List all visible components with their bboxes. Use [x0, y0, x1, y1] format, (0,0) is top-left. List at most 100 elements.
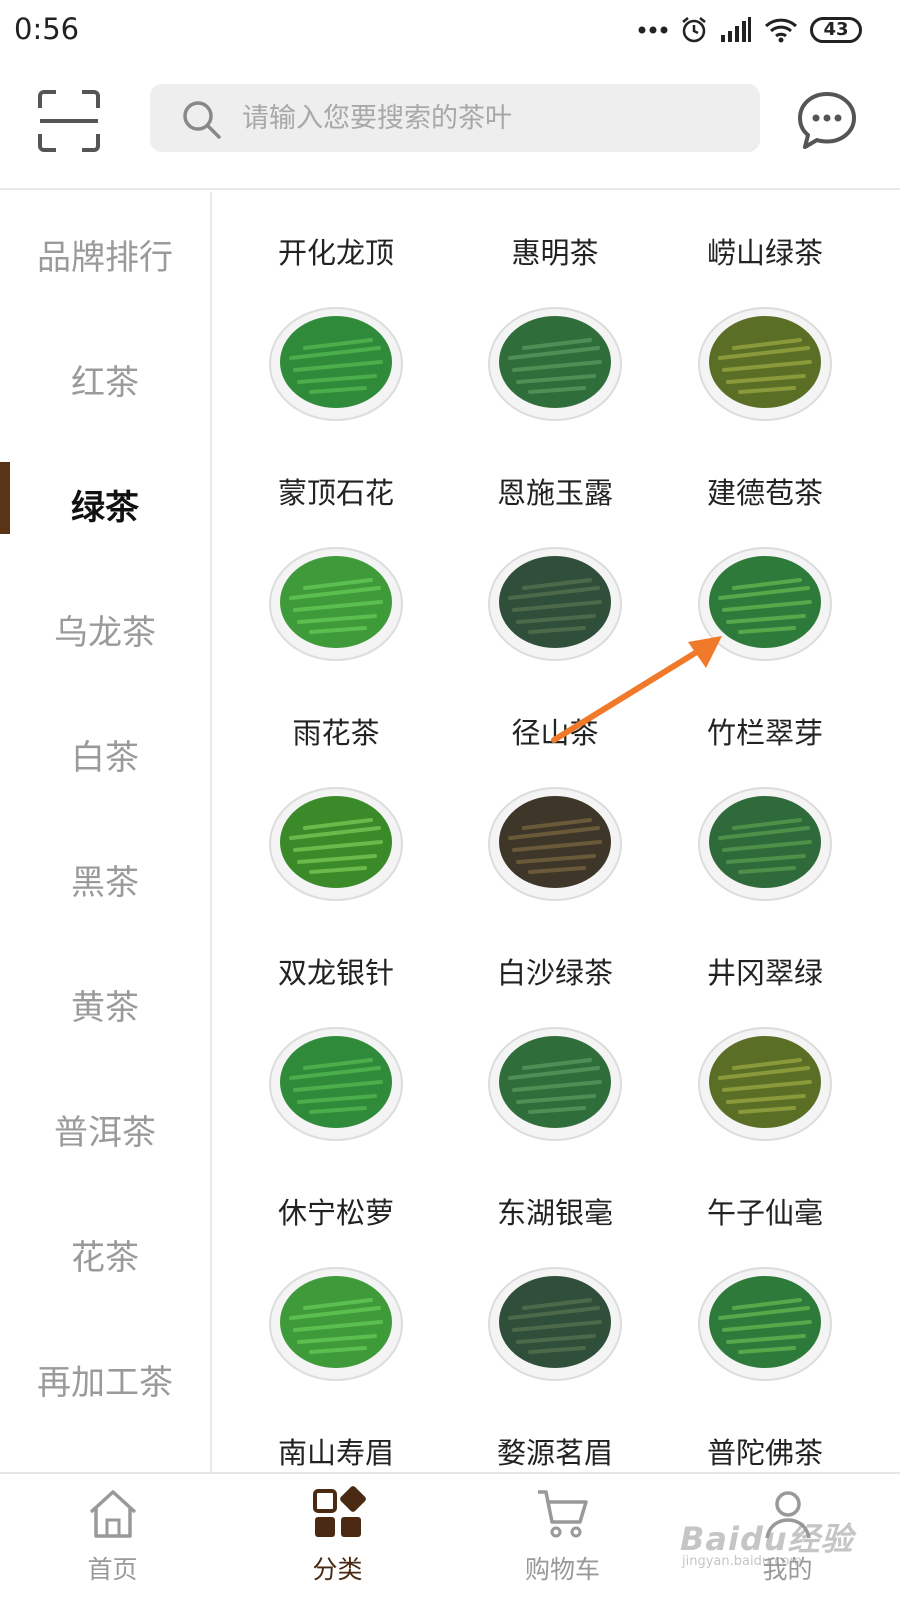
message-icon [798, 92, 856, 149]
tea-item[interactable]: 开化龙顶 [222, 192, 450, 432]
home-icon [89, 1490, 136, 1538]
sidebar-item-dark-tea[interactable]: 黑茶 [0, 817, 210, 942]
tea-grid: 开化龙顶 惠明茶 崂山绿茶蒙顶石花 恩施玉露 建德苞茶雨花茶 径山茶 竹栏翠芽双龙银针 白沙绿… [222, 192, 900, 1477]
tea-leaf-image [488, 307, 622, 421]
tea-leaf-image [488, 787, 622, 901]
alarm-icon [682, 17, 706, 43]
sidebar-item-flower-tea[interactable]: 花茶 [0, 1192, 210, 1317]
category-icon [312, 1486, 366, 1537]
tea-item[interactable]: 恩施玉露 [450, 432, 660, 672]
cart-icon [537, 1490, 588, 1538]
grid-row: 开化龙顶 惠明茶 崂山绿茶 [222, 192, 900, 432]
battery-icon: 43 [810, 17, 862, 43]
tea-name: 婺源茗眉 [496, 1436, 613, 1470]
tea-leaf-image [698, 1027, 832, 1141]
sidebar-item-green-tea[interactable]: 绿茶 [0, 442, 210, 567]
tea-name: 东湖银毫 [496, 1196, 613, 1230]
message-button[interactable] [796, 90, 858, 152]
signal-icon [721, 17, 751, 42]
tea-name: 双龙银针 [277, 956, 394, 990]
sidebar-item-brand-ranking[interactable]: 品牌排行 [0, 192, 210, 317]
tea-leaf-image [488, 1267, 622, 1381]
tea-leaf-image [269, 1267, 403, 1381]
sidebar-item-label: 绿茶 [71, 488, 139, 528]
bottom-nav: 首页 分类 购物车 我的 [0, 1472, 900, 1600]
tea-item[interactable]: 雨花茶 [222, 672, 450, 912]
tea-item[interactable]: 双龙银针 [222, 912, 450, 1152]
nav-label: 我的 [762, 1555, 813, 1584]
nav-category[interactable]: 分类 [225, 1474, 450, 1600]
tea-name: 休宁松萝 [277, 1196, 394, 1230]
header [0, 62, 900, 190]
tea-item[interactable]: 蒙顶石花 [222, 432, 450, 672]
nav-cart[interactable]: 购物车 [450, 1474, 675, 1600]
search-input[interactable] [242, 84, 742, 152]
grid-row: 南山寿眉 婺源茗眉 普陀佛茶 [222, 1392, 900, 1477]
grid-row: 雨花茶 径山茶 竹栏翠芽 [222, 672, 900, 912]
status-time: 0:56 [14, 12, 80, 46]
tea-leaf-image [269, 1027, 403, 1141]
nav-label: 购物车 [524, 1555, 600, 1584]
tea-name: 南山寿眉 [277, 1436, 394, 1470]
tea-item[interactable]: 径山茶 [450, 672, 660, 912]
tea-name: 建德苞茶 [706, 476, 823, 510]
sidebar-item-puer-tea[interactable]: 普洱茶 [0, 1067, 210, 1192]
tea-item[interactable]: 东湖银毫 [450, 1152, 660, 1392]
tea-item[interactable]: 竹栏翠芽 [660, 672, 870, 912]
sidebar-item-label: 白茶 [71, 738, 139, 778]
user-icon [764, 1491, 811, 1539]
grid-row: 双龙银针 白沙绿茶 井冈翠绿 [222, 912, 900, 1152]
sidebar-item-label: 花茶 [71, 1238, 139, 1278]
search-box[interactable] [150, 84, 760, 152]
tea-item[interactable]: 婺源茗眉 [450, 1392, 660, 1477]
tea-name: 惠明茶 [511, 236, 599, 270]
tea-item[interactable]: 午子仙毫 [660, 1152, 870, 1392]
tea-name: 竹栏翠芽 [706, 716, 823, 750]
tea-leaf-image [269, 547, 403, 661]
tea-name: 恩施玉露 [496, 476, 613, 510]
sidebar-item-white-tea[interactable]: 白茶 [0, 692, 210, 817]
sidebar-item-reprocessed-tea[interactable]: 再加工茶 [0, 1317, 210, 1442]
tea-item[interactable]: 崂山绿茶 [660, 192, 870, 432]
scan-icon [38, 90, 100, 152]
grid-row: 休宁松萝 东湖银毫 午子仙毫 [222, 1152, 900, 1392]
tea-name: 蒙顶石花 [277, 476, 394, 510]
sidebar-item-label: 黄茶 [71, 988, 139, 1028]
tea-name: 径山茶 [511, 716, 599, 750]
sidebar-item-label: 再加工茶 [37, 1363, 173, 1403]
nav-label: 首页 [87, 1555, 138, 1584]
tea-item[interactable]: 普陀佛茶 [660, 1392, 870, 1477]
tea-name: 井冈翠绿 [706, 956, 823, 990]
status-icons: 43 [638, 14, 862, 46]
tea-leaf-image [269, 787, 403, 901]
grid-row: 蒙顶石花 恩施玉露 建德苞茶 [222, 432, 900, 672]
sidebar-item-label: 黑茶 [71, 863, 139, 903]
nav-label: 分类 [312, 1555, 363, 1584]
scan-button[interactable] [38, 90, 100, 152]
tea-leaf-image [698, 1267, 832, 1381]
sidebar-item-black-tea[interactable]: 红茶 [0, 317, 210, 442]
sidebar-item-yellow-tea[interactable]: 黄茶 [0, 942, 210, 1067]
active-indicator [0, 462, 10, 534]
search-icon [183, 101, 221, 139]
sidebar-item-label: 红茶 [71, 363, 139, 403]
tea-item[interactable]: 休宁松萝 [222, 1152, 450, 1392]
tea-item[interactable]: 井冈翠绿 [660, 912, 870, 1152]
tea-item[interactable]: 惠明茶 [450, 192, 660, 432]
tea-leaf-image [698, 307, 832, 421]
sidebar-item-label: 乌龙茶 [54, 613, 156, 653]
tea-name: 白沙绿茶 [496, 956, 613, 990]
tea-leaf-image [488, 547, 622, 661]
tea-item[interactable]: 南山寿眉 [222, 1392, 450, 1477]
wifi-icon [764, 18, 798, 43]
tea-name: 普陀佛茶 [706, 1436, 823, 1470]
sidebar-item-label: 品牌排行 [37, 238, 173, 278]
dots-icon [638, 26, 668, 34]
nav-home[interactable]: 首页 [0, 1474, 225, 1600]
tea-name: 雨花茶 [292, 716, 380, 750]
tea-item[interactable]: 建德苞茶 [660, 432, 870, 672]
tea-item[interactable]: 白沙绿茶 [450, 912, 660, 1152]
nav-mine[interactable]: 我的 [675, 1474, 900, 1600]
sidebar-item-oolong-tea[interactable]: 乌龙茶 [0, 567, 210, 692]
tea-name: 崂山绿茶 [706, 236, 823, 270]
